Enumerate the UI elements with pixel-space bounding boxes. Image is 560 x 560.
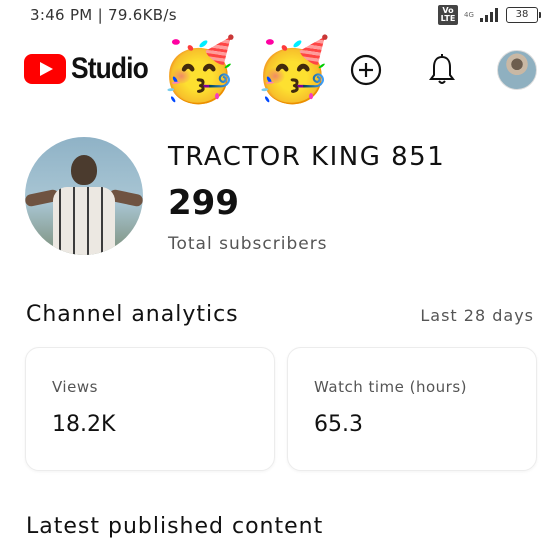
latest-content-heading: Latest published content — [26, 514, 324, 539]
analytics-period: Last 28 days — [420, 306, 534, 325]
views-card[interactable]: Views 18.2K — [25, 347, 275, 471]
status-time: 3:46 PM | 79.6KB/s — [30, 6, 177, 24]
signal-icon — [480, 8, 498, 22]
battery-icon: 38 — [506, 7, 541, 23]
bell-icon — [429, 54, 455, 84]
network-type: 4G — [464, 10, 474, 19]
create-button[interactable] — [346, 50, 386, 90]
party-face-emoji: 🥳 — [254, 33, 332, 106]
studio-logo[interactable]: Studio — [24, 52, 158, 86]
plus-circle-icon — [350, 54, 382, 86]
views-value: 18.2K — [52, 412, 116, 437]
watch-time-label: Watch time (hours) — [314, 378, 468, 396]
status-icons: Vo LTE 4G 38 — [438, 5, 541, 25]
subscriber-label: Total subscribers — [168, 234, 328, 254]
subscriber-count: 299 — [168, 183, 239, 223]
app-header: Studio 🥳 🥳 — [0, 30, 560, 110]
account-avatar[interactable] — [497, 50, 537, 90]
notifications-button[interactable] — [422, 50, 462, 90]
volte-icon: Vo LTE — [438, 5, 458, 25]
status-bar: 3:46 PM | 79.6KB/s Vo LTE 4G 38 — [0, 0, 560, 30]
channel-avatar — [25, 137, 143, 255]
party-face-emoji: 🥳 — [160, 33, 238, 106]
logo-text: Studio — [71, 52, 149, 85]
views-label: Views — [52, 378, 98, 396]
watch-time-card[interactable]: Watch time (hours) 65.3 — [287, 347, 537, 471]
watch-time-value: 65.3 — [314, 412, 363, 437]
channel-name: TRACTOR KING 851 — [168, 142, 446, 172]
youtube-logo-icon — [24, 54, 66, 84]
analytics-heading: Channel analytics — [26, 302, 239, 327]
